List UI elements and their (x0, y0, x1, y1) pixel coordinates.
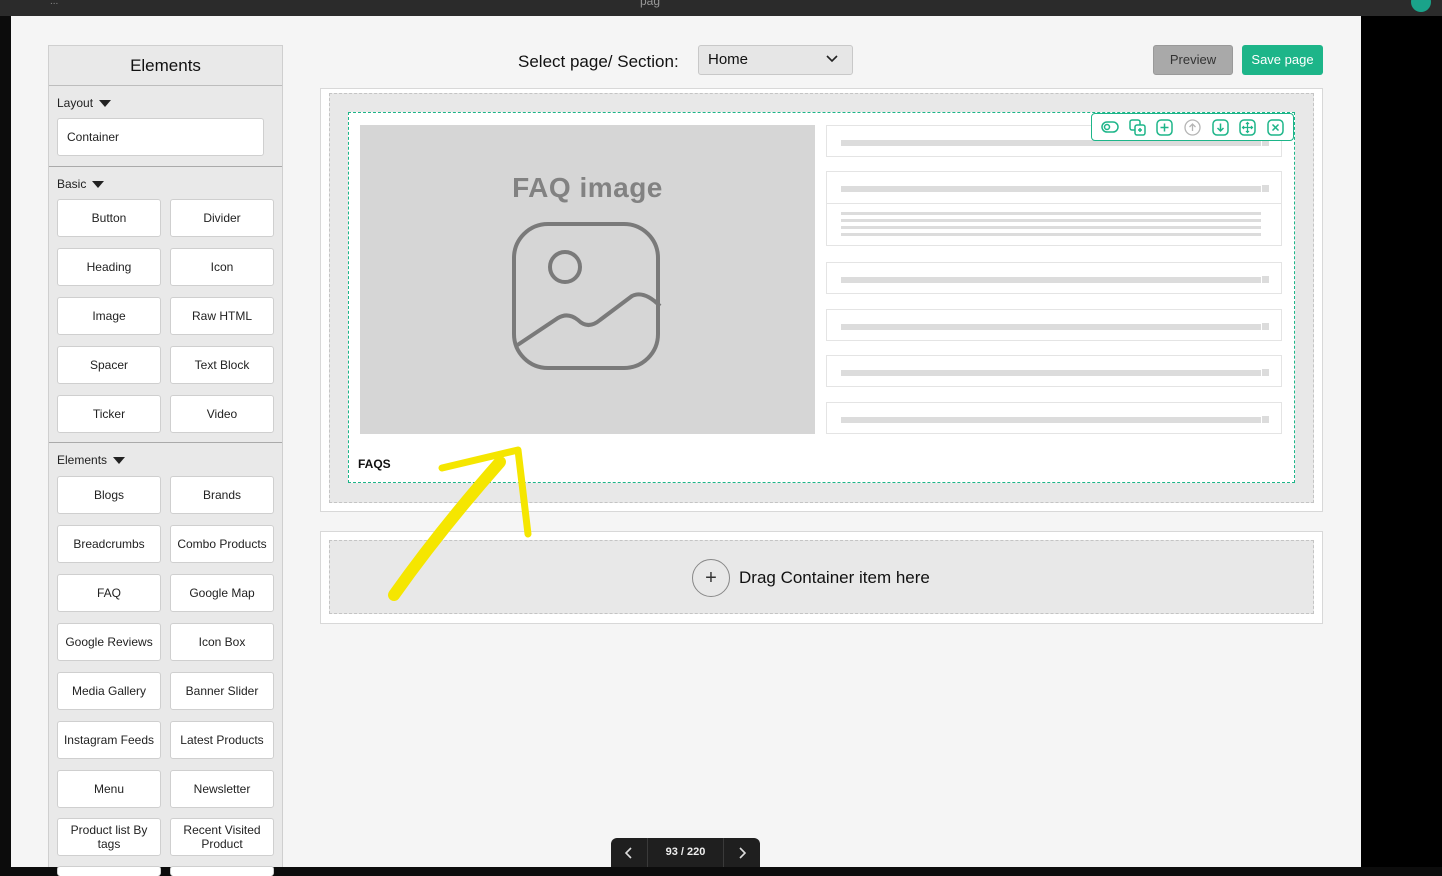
caret-down-icon (113, 456, 126, 464)
caret-down-icon (92, 180, 105, 188)
close-icon[interactable] (1266, 118, 1284, 136)
chevron-down-icon (826, 55, 838, 63)
chevron-left-icon (625, 846, 632, 859)
dropzone-label: Drag Container item here (739, 568, 930, 587)
layout-section-toggle[interactable]: Layout (57, 96, 112, 110)
faq-question-placeholder (841, 417, 1261, 423)
faq-accordion-item[interactable] (826, 309, 1282, 341)
element-tile-google-map[interactable]: Google Map (170, 574, 274, 612)
block-toolbar (1091, 113, 1294, 141)
preview-button[interactable]: Preview (1153, 45, 1233, 75)
faq-answer-line (841, 233, 1261, 236)
section-divider (49, 166, 282, 167)
element-tile-icon-box[interactable]: Icon Box (170, 623, 274, 661)
faq-question-placeholder (841, 370, 1261, 376)
next-page-button[interactable] (724, 838, 760, 867)
user-avatar[interactable] (1411, 0, 1431, 12)
expand-icon (1262, 185, 1269, 192)
move-up-icon[interactable] (1183, 118, 1201, 136)
element-tile-icon[interactable]: Icon (170, 248, 274, 286)
toggle-icon[interactable] (1101, 118, 1119, 136)
faq-accordion-item[interactable] (826, 262, 1282, 294)
element-tile-breadcrumbs[interactable]: Breadcrumbs (57, 525, 161, 563)
element-tile-partial[interactable] (170, 866, 274, 876)
page-section-value: Home (708, 51, 749, 68)
element-tile-spacer[interactable]: Spacer (57, 346, 161, 384)
element-tile-text-block[interactable]: Text Block (170, 346, 274, 384)
element-tile-heading[interactable]: Heading (57, 248, 161, 286)
faq-question-placeholder (841, 186, 1261, 192)
drag-icon[interactable] (1239, 118, 1257, 136)
expand-icon (1262, 369, 1269, 376)
layout-section-label: Layout (57, 96, 94, 110)
caret-down-icon (99, 99, 112, 107)
element-tile-google-reviews[interactable]: Google Reviews (57, 623, 161, 661)
element-tile-brands[interactable]: Brands (170, 476, 274, 514)
element-tile-ticker[interactable]: Ticker (57, 395, 161, 433)
faq-question-placeholder (841, 324, 1261, 330)
chevron-right-icon (739, 846, 746, 859)
slide-pager: 93 / 220 (611, 838, 760, 867)
duplicate-icon[interactable] (1128, 118, 1146, 136)
elements-section-toggle[interactable]: Elements (57, 453, 126, 467)
select-page-label: Select page/ Section: (518, 52, 679, 71)
add-icon[interactable] (1156, 118, 1174, 136)
element-tile-image[interactable]: Image (57, 297, 161, 335)
element-tile-blogs[interactable]: Blogs (57, 476, 161, 514)
faq-answer-line (841, 212, 1261, 215)
faq-accordion-item[interactable] (826, 355, 1282, 387)
move-down-icon[interactable] (1211, 118, 1229, 136)
element-tile-product-list-by-tags[interactable]: Product list By tags (57, 818, 161, 856)
page-counter: 93 / 220 (647, 838, 724, 867)
faq-image-title: FAQ image (512, 172, 663, 203)
element-tile-menu[interactable]: Menu (57, 770, 161, 808)
element-tile-button[interactable]: Button (57, 199, 161, 237)
basic-section-label: Basic (57, 177, 87, 191)
expand-icon (1262, 416, 1269, 423)
sidebar-title: Elements (49, 46, 282, 86)
titlebar-left-text: ... (50, 0, 59, 7)
element-tile-combo-products[interactable]: Combo Products (170, 525, 274, 563)
element-tile-faq[interactable]: FAQ (57, 574, 161, 612)
save-page-button[interactable]: Save page (1242, 45, 1323, 75)
element-tile-video[interactable]: Video (170, 395, 274, 433)
section-divider (49, 442, 282, 443)
element-tile-container[interactable]: Container (57, 118, 264, 156)
prev-page-button[interactable] (611, 838, 647, 867)
element-tile-instagram-feeds[interactable]: Instagram Feeds (57, 721, 161, 759)
element-tile-newsletter[interactable]: Newsletter (170, 770, 274, 808)
expand-icon (1262, 276, 1269, 283)
accordion-divider (827, 203, 1281, 204)
faq-image-placeholder[interactable]: FAQ image (360, 125, 815, 434)
window-title: pag (640, 0, 661, 8)
expand-icon (1262, 323, 1269, 330)
faq-answer-line (841, 219, 1261, 222)
elements-section-label: Elements (57, 453, 108, 467)
element-tile-latest-products[interactable]: Latest Products (170, 721, 274, 759)
element-tile-raw-html[interactable]: Raw HTML (170, 297, 274, 335)
faq-accordion-item[interactable] (826, 402, 1282, 434)
faq-answer-line (841, 226, 1261, 229)
element-tile-recent-visited-product[interactable]: Recent Visited Product (170, 818, 274, 856)
element-tile-media-gallery[interactable]: Media Gallery (57, 672, 161, 710)
faq-accordion-item-open[interactable] (826, 171, 1282, 246)
window-titlebar: ... pag (0, 0, 1442, 16)
add-container-icon[interactable]: + (692, 559, 730, 597)
element-tile-banner-slider[interactable]: Banner Slider (170, 672, 274, 710)
element-tile-partial[interactable] (57, 866, 161, 876)
image-icon (512, 222, 662, 370)
faq-question-placeholder (841, 277, 1261, 283)
elements-sidebar: Elements Layout Container Basic Button D… (48, 45, 283, 876)
element-tile-divider[interactable]: Divider (170, 199, 274, 237)
annotation-arrow-icon (388, 446, 532, 601)
page-section-select[interactable]: Home (698, 45, 853, 75)
right-strip (1361, 16, 1442, 867)
basic-section-toggle[interactable]: Basic (57, 177, 105, 191)
